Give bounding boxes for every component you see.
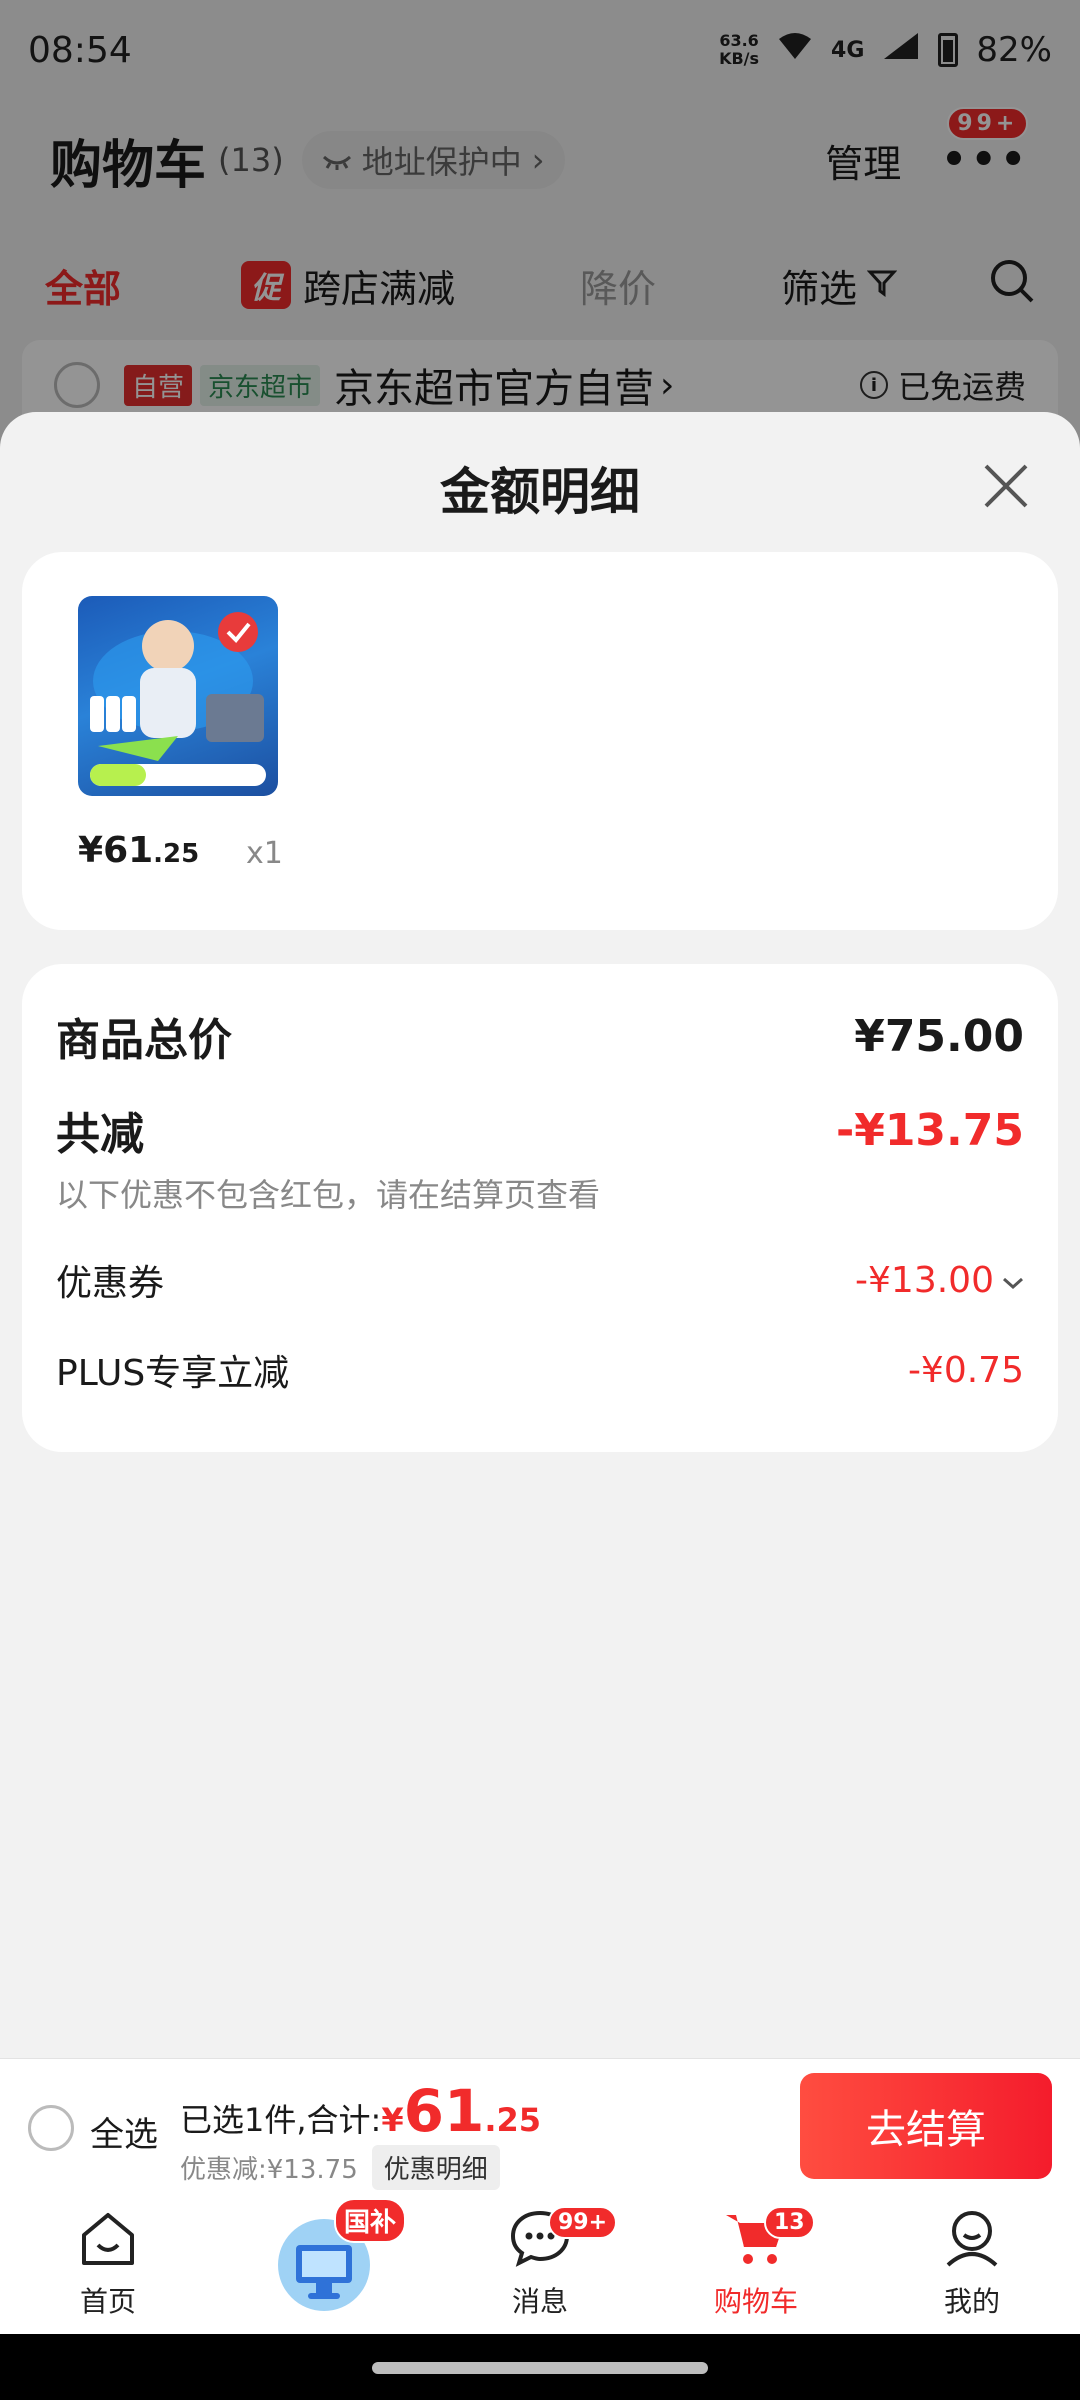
select-all-radio[interactable] (28, 2105, 74, 2151)
plus-discount-value: -¥0.75 (907, 1349, 1024, 1391)
plus-discount-label: PLUS专享立减 (56, 1353, 290, 1394)
total-price-label: 商品总价 (56, 1015, 232, 1066)
total-reduction-value: -¥13.75 (835, 1104, 1024, 1156)
close-icon (976, 464, 1036, 520)
system-nav-bar (0, 2334, 1080, 2400)
total-amount-int: 61 (403, 2077, 485, 2145)
checkout-discount: 优惠减:¥13.75 优惠明细 (180, 2145, 500, 2190)
product-price: ¥61.25 (78, 830, 200, 871)
close-button[interactable] (976, 456, 1036, 516)
total-amount-dec: .25 (484, 2101, 541, 2139)
tab-mine[interactable]: 我的 (864, 2194, 1080, 2334)
cart-badge: 13 (764, 2206, 815, 2239)
bottom-tab-bar: 首页 国补 消息 99+ 购物车 13 我的 (0, 2194, 1080, 2334)
product-image (78, 596, 278, 796)
total-reduction-row: 共减 -¥13.75 (56, 1098, 1024, 1162)
plus-discount-row: PLUS专享立减 -¥0.75 (56, 1344, 1024, 1396)
product-quantity: x1 (246, 836, 283, 871)
messages-badge: 99+ (548, 2206, 618, 2239)
tab-guobu[interactable]: 国补 (216, 2194, 432, 2334)
home-icon (78, 2211, 138, 2280)
price-summary-card: 商品总价 ¥75.00 共减 -¥13.75 以下优惠不包含红包，请在结算页查看… (22, 964, 1058, 1452)
checkout-button[interactable]: 去结算 (800, 2073, 1052, 2179)
sheet-title: 金额明细 (440, 463, 640, 521)
reduction-note: 以下优惠不包含红包，请在结算页查看 (56, 1176, 601, 1214)
checkout-total: 已选1件,合计: ¥ 61 .25 (180, 2077, 541, 2145)
discount-text: 优惠减:¥13.75 (180, 2155, 358, 2185)
total-price-row: 商品总价 ¥75.00 (56, 1004, 1024, 1068)
coupon-row[interactable]: 优惠券 -¥13.00 (56, 1254, 1024, 1306)
chevron-down-icon[interactable] (1002, 1263, 1024, 1298)
guobu-badge: 国补 (334, 2198, 407, 2243)
tab-cart[interactable]: 购物车 13 (648, 2194, 864, 2334)
total-reduction-label: 共减 (56, 1109, 144, 1160)
select-all-label[interactable]: 全选 (90, 2107, 158, 2156)
tab-messages-label: 消息 (511, 2285, 568, 2318)
coupon-value: -¥13.00 (855, 1259, 994, 1301)
discount-detail-button[interactable]: 优惠明细 (371, 2145, 500, 2190)
product-card: ¥61.25 x1 (22, 552, 1058, 930)
tab-mine-label: 我的 (943, 2285, 1000, 2318)
tab-cart-label: 购物车 (713, 2285, 798, 2318)
home-gesture-handle[interactable] (372, 2362, 708, 2374)
checkout-bar: 全选 已选1件,合计: ¥ 61 .25 优惠减:¥13.75 优惠明细 去结算 (0, 2058, 1080, 2194)
tab-home[interactable]: 首页 (0, 2194, 216, 2334)
coupon-label: 优惠券 (56, 1263, 165, 1304)
tab-messages[interactable]: 消息 99+ (432, 2194, 648, 2334)
total-price-value: ¥75.00 (854, 1010, 1024, 1062)
tab-home-label: 首页 (79, 2285, 136, 2318)
user-icon (942, 2209, 1002, 2280)
selected-count-text: 已选1件,合计: (180, 2101, 382, 2139)
